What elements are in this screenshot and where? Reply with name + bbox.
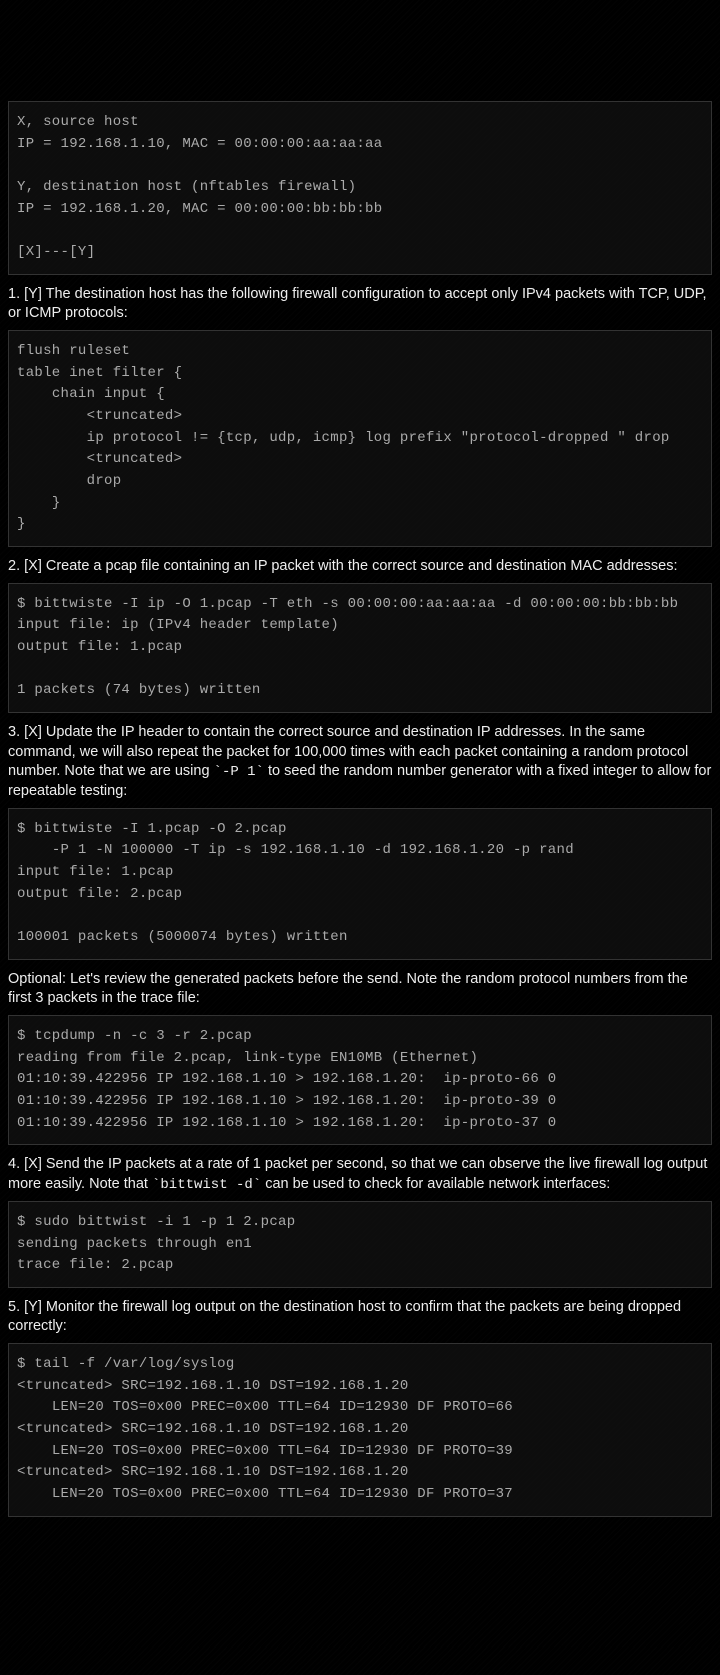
inline-code-p1: `-P 1` <box>214 764 264 780</box>
step-2-text: 2. [X] Create a pcap file containing an … <box>8 557 712 577</box>
code-block-tcpdump: $ tcpdump -n -c 3 -r 2.pcap reading from… <box>8 1015 712 1145</box>
step-1-text: 1. [Y] The destination host has the foll… <box>8 285 712 324</box>
step-5-text: 5. [Y] Monitor the firewall log output o… <box>8 1298 712 1337</box>
code-block-syslog: $ tail -f /var/log/syslog <truncated> SR… <box>8 1343 712 1517</box>
step-4-text-b: can be used to check for available netwo… <box>261 1176 610 1192</box>
code-block-bittwiste-update: $ bittwiste -I 1.pcap -O 2.pcap -P 1 -N … <box>8 808 712 960</box>
code-block-topology: X, source host IP = 192.168.1.10, MAC = … <box>8 101 712 275</box>
optional-text: Optional: Let's review the generated pac… <box>8 970 712 1009</box>
step-4-text: 4. [X] Send the IP packets at a rate of … <box>8 1155 712 1194</box>
code-block-bittwiste-create: $ bittwiste -I ip -O 1.pcap -T eth -s 00… <box>8 583 712 713</box>
inline-code-bittwist-d: `bittwist -d` <box>152 1177 261 1193</box>
code-block-bittwist-send: $ sudo bittwist -i 1 -p 1 2.pcap sending… <box>8 1201 712 1288</box>
code-block-nftables: flush ruleset table inet filter { chain … <box>8 330 712 547</box>
step-3-text: 3. [X] Update the IP header to contain t… <box>8 723 712 802</box>
